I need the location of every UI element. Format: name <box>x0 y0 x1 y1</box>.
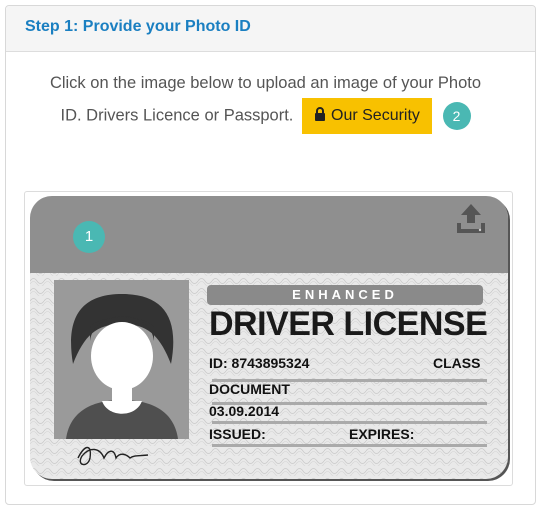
step-badge-1: 1 <box>73 221 105 253</box>
our-security-button[interactable]: Our Security <box>302 98 432 134</box>
license-issued: ISSUED: <box>209 426 266 442</box>
license-expires: EXPIRES: <box>349 426 415 442</box>
license-class: CLASS <box>433 355 481 371</box>
license-document-date: 03.09.2014 <box>209 403 280 419</box>
license-document-label: DOCUMENT <box>209 381 290 397</box>
upload-instructions: Click on the image below to upload an im… <box>10 68 521 134</box>
panel-header: Step 1: Provide your Photo ID <box>6 6 535 52</box>
enhanced-label: ENHANCED <box>207 285 483 305</box>
license-id: ID: 8743895324 <box>209 355 310 371</box>
step-badge-2: 2 <box>442 102 471 130</box>
instructions-line-2: ID. Drivers Licence or Passport. Our Sec… <box>10 98 521 134</box>
instructions-line-1: Click on the image below to upload an im… <box>49 74 482 92</box>
lock-icon <box>315 107 325 121</box>
our-security-label: Our Security <box>331 107 420 124</box>
license-title: DRIVER LICENSE <box>209 305 488 343</box>
upload-icon[interactable] <box>454 202 488 236</box>
instructions-text: ID. Drivers Licence or Passport. <box>60 106 294 125</box>
photo-id-upload-area[interactable]: 1 ENHANCED DRIVER LICENSE ID: 8743895324… <box>24 191 513 486</box>
panel-title: Step 1: Provide your Photo ID <box>25 18 251 35</box>
